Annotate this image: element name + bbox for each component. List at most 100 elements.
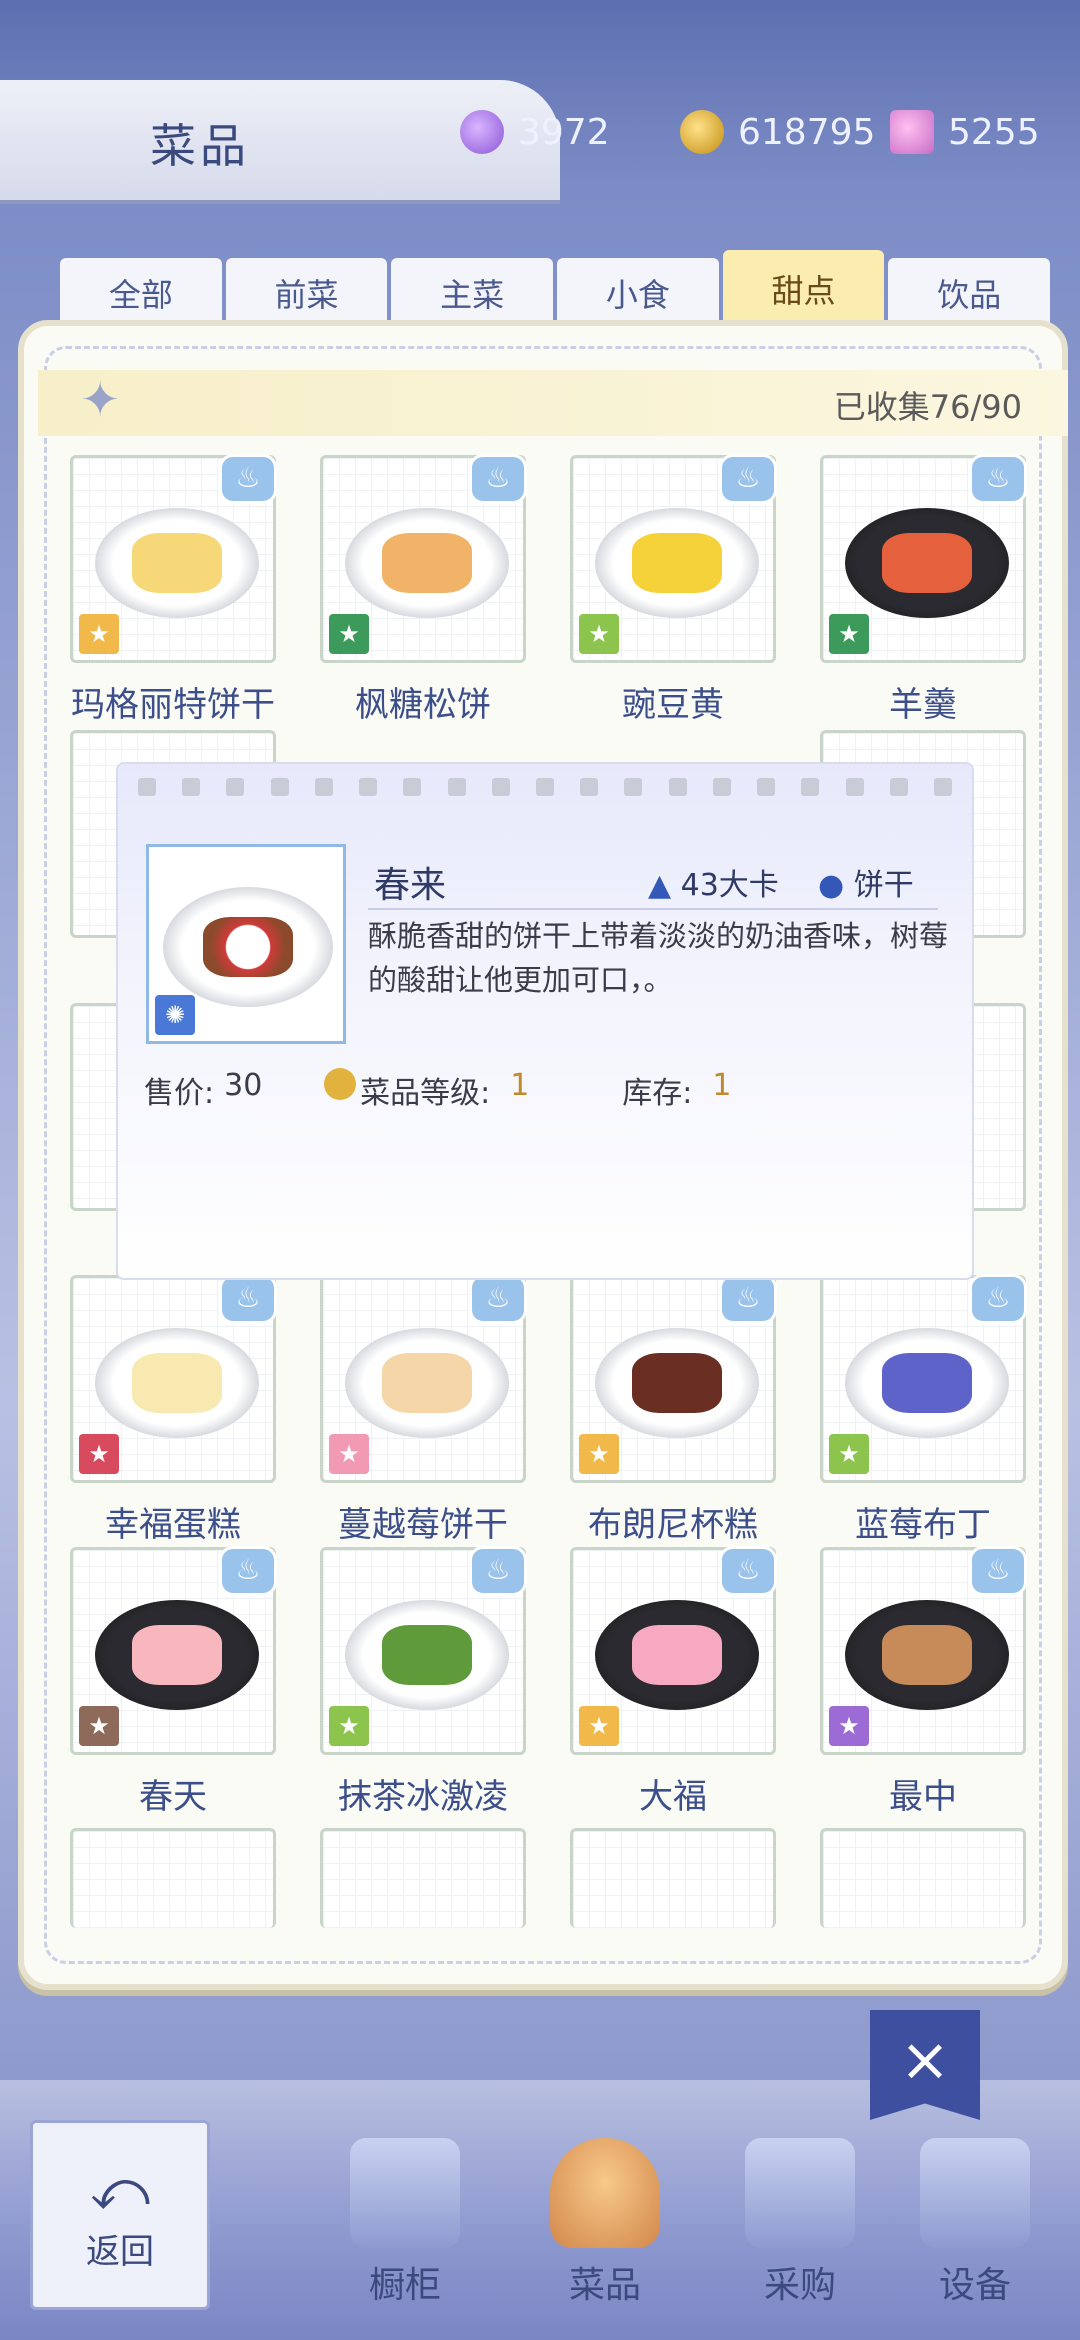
dish-food [882,1625,972,1685]
bottom-nav: ⤺ 返回 橱柜 菜品 采购 设备 [0,2080,1080,2340]
dish-card[interactable]: ♨ ★ [70,1546,277,1755]
tab-drinks[interactable]: 饮品 [888,258,1051,328]
close-button[interactable]: × [870,2010,980,2120]
dish-card[interactable]: ♨ ★ [570,454,777,663]
currency-gold[interactable]: 618795 [680,102,875,162]
dish-name: 蓝莓布丁 [855,1505,991,1545]
shell-badge-icon: ★ [79,1706,119,1746]
cooking-pot-icon[interactable]: ♨ [719,454,777,504]
dish-name: 玛格丽特饼干 [71,685,275,725]
dish-plate [845,1600,1009,1710]
dish-card[interactable] [820,1828,1026,1928]
stock-value: 1 [712,1068,732,1103]
flame-icon: ▲ [648,868,672,903]
dish-card[interactable]: ♨ ★ [570,1546,777,1755]
price-value: 30 [224,1068,263,1103]
dish-card[interactable]: ♨ ★ [820,1274,1027,1483]
dish-name: 大福 [639,1777,707,1817]
close-icon: × [899,2025,951,2095]
nav-equipment[interactable]: 设备 [900,2108,1050,2308]
leaf-badge-icon: ★ [329,614,369,654]
cabinet-drinks-icon [350,2138,460,2248]
cooking-pot-icon[interactable]: ♨ [219,1274,277,1324]
dish-plate [345,1328,509,1438]
currency-swan-value: 5255 [948,111,1040,153]
pink-swan-icon [890,110,934,154]
dish-plate [595,1328,759,1438]
dish-plate [95,1328,259,1438]
dish-card[interactable]: ♨ ★ [570,1274,777,1483]
cooking-pot-icon[interactable]: ♨ [969,1546,1027,1596]
top-bar: 菜品 3972 618795 5255 [0,80,1080,200]
cooking-pot-icon[interactable]: ♨ [469,454,527,504]
tab-snack[interactable]: 小食 [557,258,719,328]
level-label: 菜品等级: [360,1076,491,1111]
dish-plate [345,508,509,618]
purple-moon-coin-icon [460,110,504,154]
dish-plate [845,508,1009,618]
nav-purchase[interactable]: 采购 [725,2108,875,2308]
popup-description: 酥脆香甜的饼干上带着淡淡的奶油香味，树莓的酸甜让他更加可口，。 [368,919,949,997]
nav-cabinet[interactable]: 橱柜 [330,2108,480,2308]
dish-card[interactable]: ♨ ★ [320,1274,527,1483]
popup-dish-image: ✺ [146,844,346,1044]
dish-plate [345,1600,509,1710]
dish-food [132,533,222,593]
tab-main[interactable]: 主菜 [391,258,554,328]
cooking-pot-icon[interactable]: ♨ [219,1546,277,1596]
cooking-pot-icon[interactable]: ♨ [969,1274,1027,1324]
dish-card[interactable]: ♨ ★ [820,1546,1027,1755]
level-value: 1 [510,1068,530,1103]
stock-label: 库存: [622,1076,693,1111]
cookie-icon: ● [818,868,845,903]
tab-all[interactable]: 全部 [60,258,222,328]
dish-card[interactable] [570,1828,776,1928]
puzzle-badge-icon: ★ [579,1434,619,1474]
cooking-pot-icon[interactable]: ♨ [719,1274,777,1324]
puzzle-badge-icon: ★ [79,614,119,654]
back-button[interactable]: ⤺ 返回 [30,2120,210,2310]
tab-dessert[interactable]: 甜点 [722,250,885,328]
star-badge-icon: ★ [829,1434,869,1474]
gold-coin-icon [680,110,724,154]
dish-food [632,1353,722,1413]
crown-badge-icon: ★ [79,1434,119,1474]
tab-appetizer[interactable]: 前菜 [225,258,388,328]
currency-moon[interactable]: 3972 [460,102,610,162]
dish-name: 豌豆黄 [622,685,724,725]
cooking-pot-icon[interactable]: ♨ [219,454,277,504]
notebook-rings [138,778,952,796]
dish-name: 最中 [889,1777,957,1817]
dish-name: 抹茶冰激凌 [338,1777,508,1817]
cooking-pot-icon[interactable]: ♨ [719,1546,777,1596]
nav-dishes[interactable]: 菜品 [530,2108,680,2308]
dish-card[interactable]: ♨ ★ [820,454,1027,663]
back-label: 返回 [86,2231,154,2272]
dish-food [382,533,472,593]
dish-card[interactable]: ♨ ★ [320,454,527,663]
popup-dish-name: 春来 [374,865,447,906]
dish-food [632,533,722,593]
dish-plate [95,1600,259,1710]
currency-swan[interactable]: 5255 [890,102,1040,162]
cooking-pot-icon[interactable]: ♨ [469,1274,527,1324]
cooking-pot-icon[interactable]: ♨ [969,454,1027,504]
back-arrow-icon: ⤺ [90,2157,150,2223]
dish-name: 布朗尼杯糕 [588,1505,758,1545]
puzzle-badge-icon: ★ [579,1706,619,1746]
dish-card[interactable]: ♨ ★ [320,1546,527,1755]
popup-stats: 售价: 30 菜品等级: 1 库存: 1 [144,1068,731,1112]
dish-card[interactable]: ♨ ★ [70,454,277,663]
cooking-pot-icon[interactable]: ♨ [469,1546,527,1596]
popup-type: ● 饼干 [818,868,914,903]
shopping-bag-icon [745,2138,855,2248]
page-title: 菜品 [150,119,250,173]
dish-card[interactable]: ♨ ★ [70,1274,277,1483]
dish-name: 蔓越莓饼干 [338,1505,508,1545]
dish-food [882,1353,972,1413]
dish-card[interactable] [70,1828,276,1928]
dish-name: 春天 [139,1777,207,1817]
anchor-badge-icon: ★ [329,1434,369,1474]
dish-food [382,1353,472,1413]
dish-card[interactable] [320,1828,526,1928]
